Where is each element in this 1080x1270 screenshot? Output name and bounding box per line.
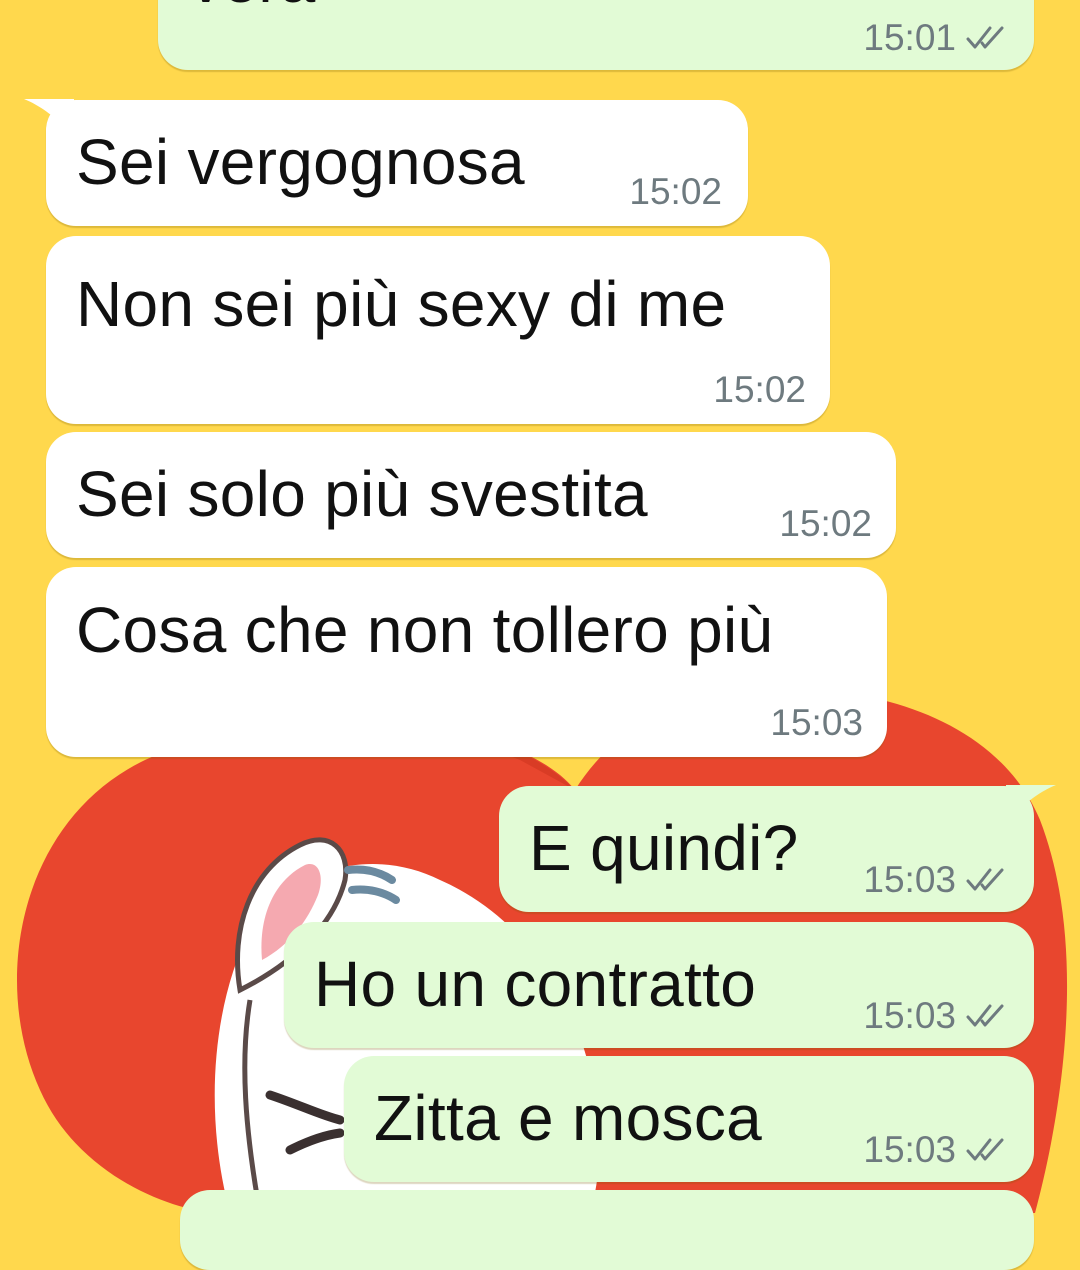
outgoing-bubble-tail [1006,785,1056,825]
message-text: Ho un contratto [314,948,757,1020]
incoming-message-bubble[interactable]: Cosa che non tollero più 15:03 [46,567,887,757]
message-meta: 15:03 [863,861,1006,898]
message-meta: 15:01 [863,19,1006,56]
double-check-icon [966,868,1004,890]
outgoing-message-bubble[interactable]: vera 15:01 [158,0,1034,70]
message-meta: 15:02 [779,505,872,542]
incoming-message-bubble[interactable]: Sei solo più svestita 15:02 [46,432,896,558]
outgoing-message-bubble[interactable]: E quindi? 15:03 [499,786,1034,912]
message-text: Sei solo più svestita [76,458,648,530]
message-text: Zitta e mosca [374,1082,763,1154]
message-timestamp: 15:03 [863,1129,956,1170]
message-timestamp: 15:02 [629,171,722,212]
message-meta: 15:03 [770,704,863,741]
message-meta: 15:02 [629,173,722,210]
message-timestamp: 15:02 [713,369,806,410]
message-timestamp: 15:01 [863,17,956,58]
message-timestamp: 15:03 [863,859,956,900]
incoming-message-bubble[interactable]: Non sei più sexy di me 15:02 [46,236,830,424]
message-timestamp: 15:03 [863,995,956,1036]
message-meta: 15:02 [713,371,806,408]
message-text: Cosa che non tollero più [76,594,774,666]
message-text: Non sei più sexy di me [76,268,727,340]
message-timestamp: 15:03 [770,702,863,743]
incoming-bubble-tail [24,99,74,139]
message-text: Sei vergognosa [76,126,525,198]
message-text: vera [190,0,316,12]
message-text: E quindi? [529,812,799,884]
message-timestamp: 15:02 [779,503,872,544]
outgoing-message-bubble[interactable]: Ho un contratto 15:03 [284,922,1034,1048]
double-check-icon [966,26,1004,48]
incoming-message-bubble[interactable]: Sei vergognosa 15:02 [46,100,748,226]
message-meta: 15:03 [863,1131,1006,1168]
double-check-icon [966,1138,1004,1160]
message-meta: 15:03 [863,997,1006,1034]
outgoing-message-bubble[interactable]: Zitta e mosca 15:03 [344,1056,1034,1182]
chat-message-list[interactable]: vera15:01Sei vergognosa15:02Non sei più … [0,0,1080,1270]
double-check-icon [966,1004,1004,1026]
outgoing-message-bubble[interactable] [180,1190,1034,1270]
